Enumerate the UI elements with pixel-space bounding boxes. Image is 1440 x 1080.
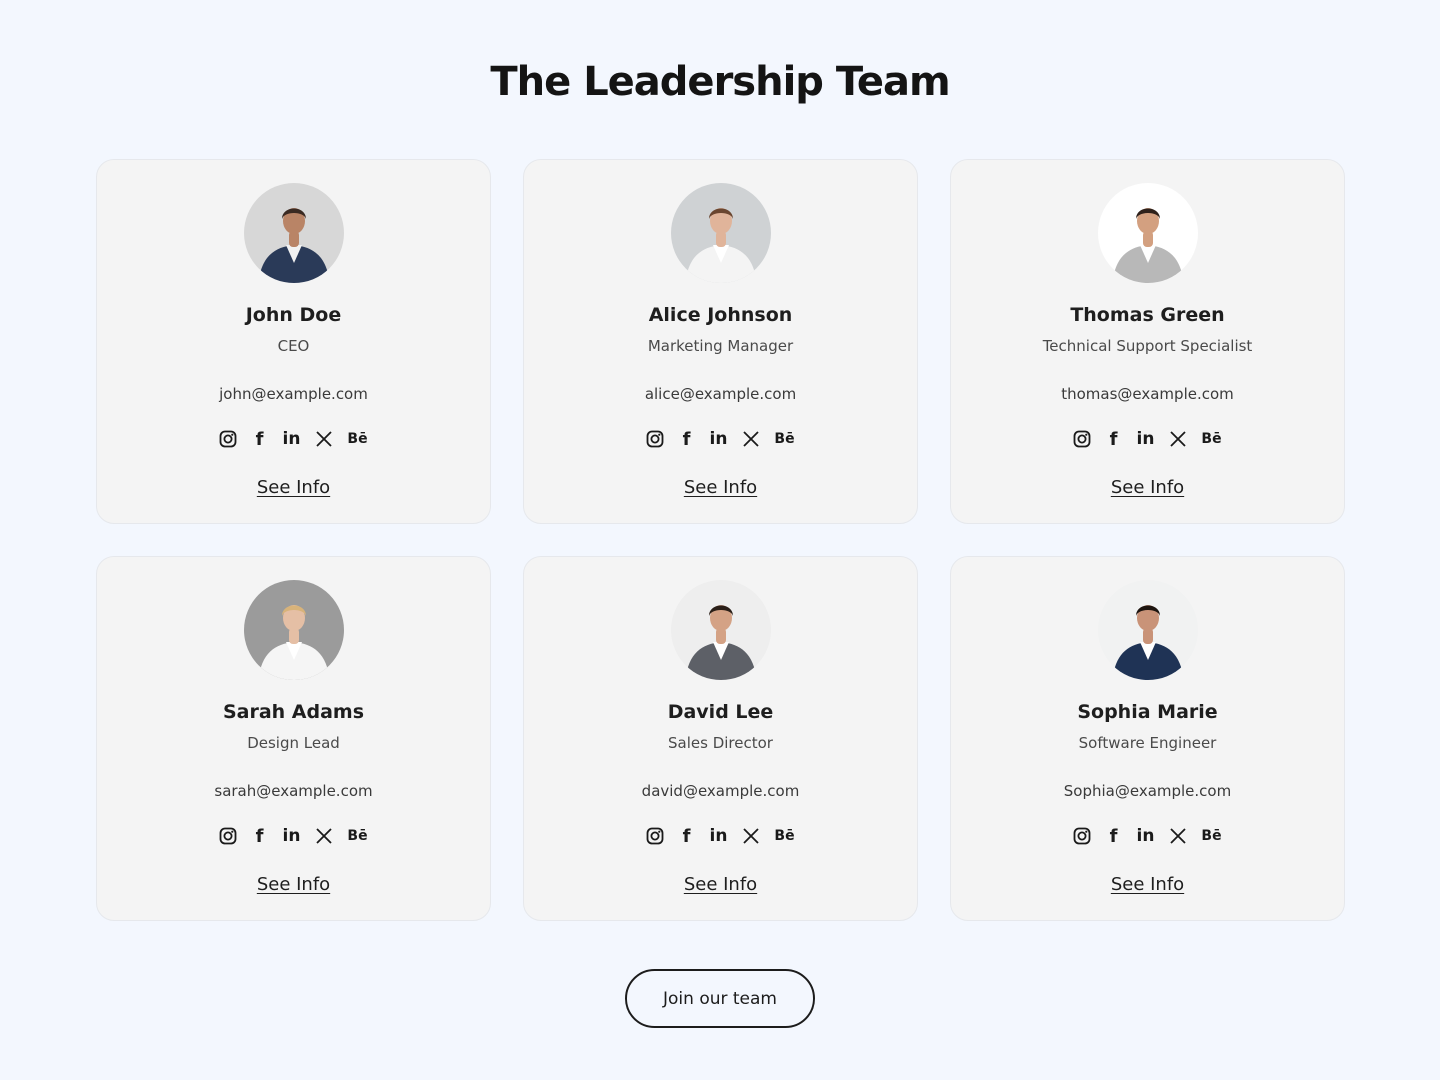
x-icon[interactable] (315, 429, 333, 449)
member-email: john@example.com (219, 385, 368, 403)
social-links: f in Bē (524, 429, 917, 450)
linkedin-icon[interactable]: in (710, 429, 728, 449)
behance-icon[interactable]: Bē (1201, 429, 1223, 449)
x-icon[interactable] (742, 826, 760, 846)
facebook-icon[interactable]: f (251, 429, 269, 450)
see-info-link[interactable]: See Info (97, 873, 490, 897)
member-email: sarah@example.com (214, 782, 373, 800)
social-links: f in Bē (524, 826, 917, 847)
member-role: Technical Support Specialist (1042, 337, 1253, 355)
see-info-link[interactable]: See Info (97, 476, 490, 500)
x-icon[interactable] (742, 429, 760, 449)
see-info-link[interactable]: See Info (524, 873, 917, 897)
member-name: John Doe (245, 304, 342, 326)
member-email: david@example.com (641, 782, 800, 800)
linkedin-icon[interactable]: in (1137, 429, 1155, 449)
linkedin-icon[interactable]: in (283, 429, 301, 449)
avatar (1098, 580, 1198, 680)
member-email: Sophia@example.com (1063, 782, 1232, 800)
facebook-icon[interactable]: f (251, 826, 269, 847)
join-our-team-button[interactable]: Join our team (625, 969, 815, 1028)
avatar (244, 580, 344, 680)
member-role: CEO (277, 337, 310, 355)
member-role: Software Engineer (1078, 734, 1217, 752)
avatar (1098, 183, 1198, 283)
linkedin-icon[interactable]: in (1137, 826, 1155, 846)
facebook-icon[interactable]: f (678, 429, 696, 450)
instagram-icon[interactable] (646, 429, 664, 449)
team-member-card: John Doe CEO john@example.com f in Bē See Info (96, 159, 491, 524)
member-name: Alice Johnson (648, 304, 793, 326)
team-grid: John Doe CEO john@example.com f in Bē See Info… (96, 159, 1345, 921)
facebook-icon[interactable]: f (678, 826, 696, 847)
x-icon[interactable] (315, 826, 333, 846)
linkedin-icon[interactable]: in (710, 826, 728, 846)
instagram-icon[interactable] (1073, 826, 1091, 846)
page-title: The Leadership Team (490, 59, 950, 105)
member-name: Sophia Marie (1077, 701, 1218, 723)
team-member-card: Sarah Adams Design Lead sarah@example.com f… (96, 556, 491, 921)
see-info-link[interactable]: See Info (951, 873, 1344, 897)
team-member-card: Alice Johnson Marketing Manager alice@exam… (523, 159, 918, 524)
behance-icon[interactable]: Bē (774, 826, 796, 846)
avatar (671, 183, 771, 283)
instagram-icon[interactable] (646, 826, 664, 846)
see-info-link[interactable]: See Info (524, 476, 917, 500)
facebook-icon[interactable]: f (1105, 429, 1123, 450)
member-role: Marketing Manager (647, 337, 794, 355)
member-email: thomas@example.com (1061, 385, 1234, 403)
member-name: David Lee (667, 701, 774, 723)
behance-icon[interactable]: Bē (1201, 826, 1223, 846)
instagram-icon[interactable] (219, 826, 237, 846)
linkedin-icon[interactable]: in (283, 826, 301, 846)
instagram-icon[interactable] (219, 429, 237, 449)
member-name: Thomas Green (1070, 304, 1225, 326)
team-member-card: David Lee Sales Director david@example.com… (523, 556, 918, 921)
social-links: f in Bē (97, 429, 490, 450)
team-member-card: Thomas Green Technical Support Specialist… (950, 159, 1345, 524)
team-member-card: Sophia Marie Software Engineer Sophia@exam… (950, 556, 1345, 921)
see-info-link[interactable]: See Info (951, 476, 1344, 500)
x-icon[interactable] (1169, 826, 1187, 846)
social-links: f in Bē (951, 429, 1344, 450)
social-links: f in Bē (951, 826, 1344, 847)
social-links: f in Bē (97, 826, 490, 847)
behance-icon[interactable]: Bē (347, 429, 369, 449)
member-name: Sarah Adams (222, 701, 365, 723)
member-role: Design Lead (247, 734, 340, 752)
behance-icon[interactable]: Bē (347, 826, 369, 846)
instagram-icon[interactable] (1073, 429, 1091, 449)
facebook-icon[interactable]: f (1105, 826, 1123, 847)
avatar (244, 183, 344, 283)
member-email: alice@example.com (644, 385, 797, 403)
behance-icon[interactable]: Bē (774, 429, 796, 449)
x-icon[interactable] (1169, 429, 1187, 449)
member-role: Sales Director (668, 734, 773, 752)
avatar (671, 580, 771, 680)
